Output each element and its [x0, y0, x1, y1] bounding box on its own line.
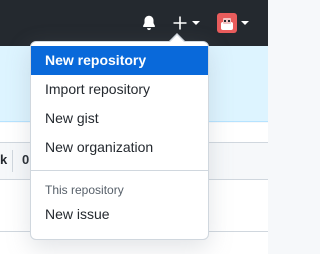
create-new-button[interactable] [172, 13, 200, 33]
menu-section-header: This repository [45, 183, 124, 197]
toolbar-divider [12, 150, 13, 172]
avatar [217, 13, 237, 33]
menu-item-new-organization[interactable]: New organization [31, 133, 208, 162]
notifications-button[interactable] [140, 14, 158, 32]
chevron-down-icon [192, 21, 200, 25]
create-new-dropdown: New repository Import repository New gis… [30, 41, 209, 240]
toolbar-count-fragment: 0 [22, 152, 30, 167]
top-header-bar [0, 0, 268, 46]
user-menu-button[interactable] [217, 13, 249, 33]
menu-item-new-repository[interactable]: New repository [31, 46, 208, 75]
plus-icon [173, 16, 187, 30]
bell-icon [143, 15, 155, 31]
menu-item-import-repository[interactable]: Import repository [31, 75, 208, 104]
dropdown-caret-fill [170, 35, 184, 42]
menu-item-new-issue[interactable]: New issue [31, 200, 208, 229]
menu-divider [31, 170, 208, 171]
chevron-down-icon [241, 21, 249, 25]
avatar-face-icon [221, 18, 233, 30]
toolbar-text-fragment: k [0, 152, 8, 167]
menu-item-new-gist[interactable]: New gist [31, 104, 208, 133]
